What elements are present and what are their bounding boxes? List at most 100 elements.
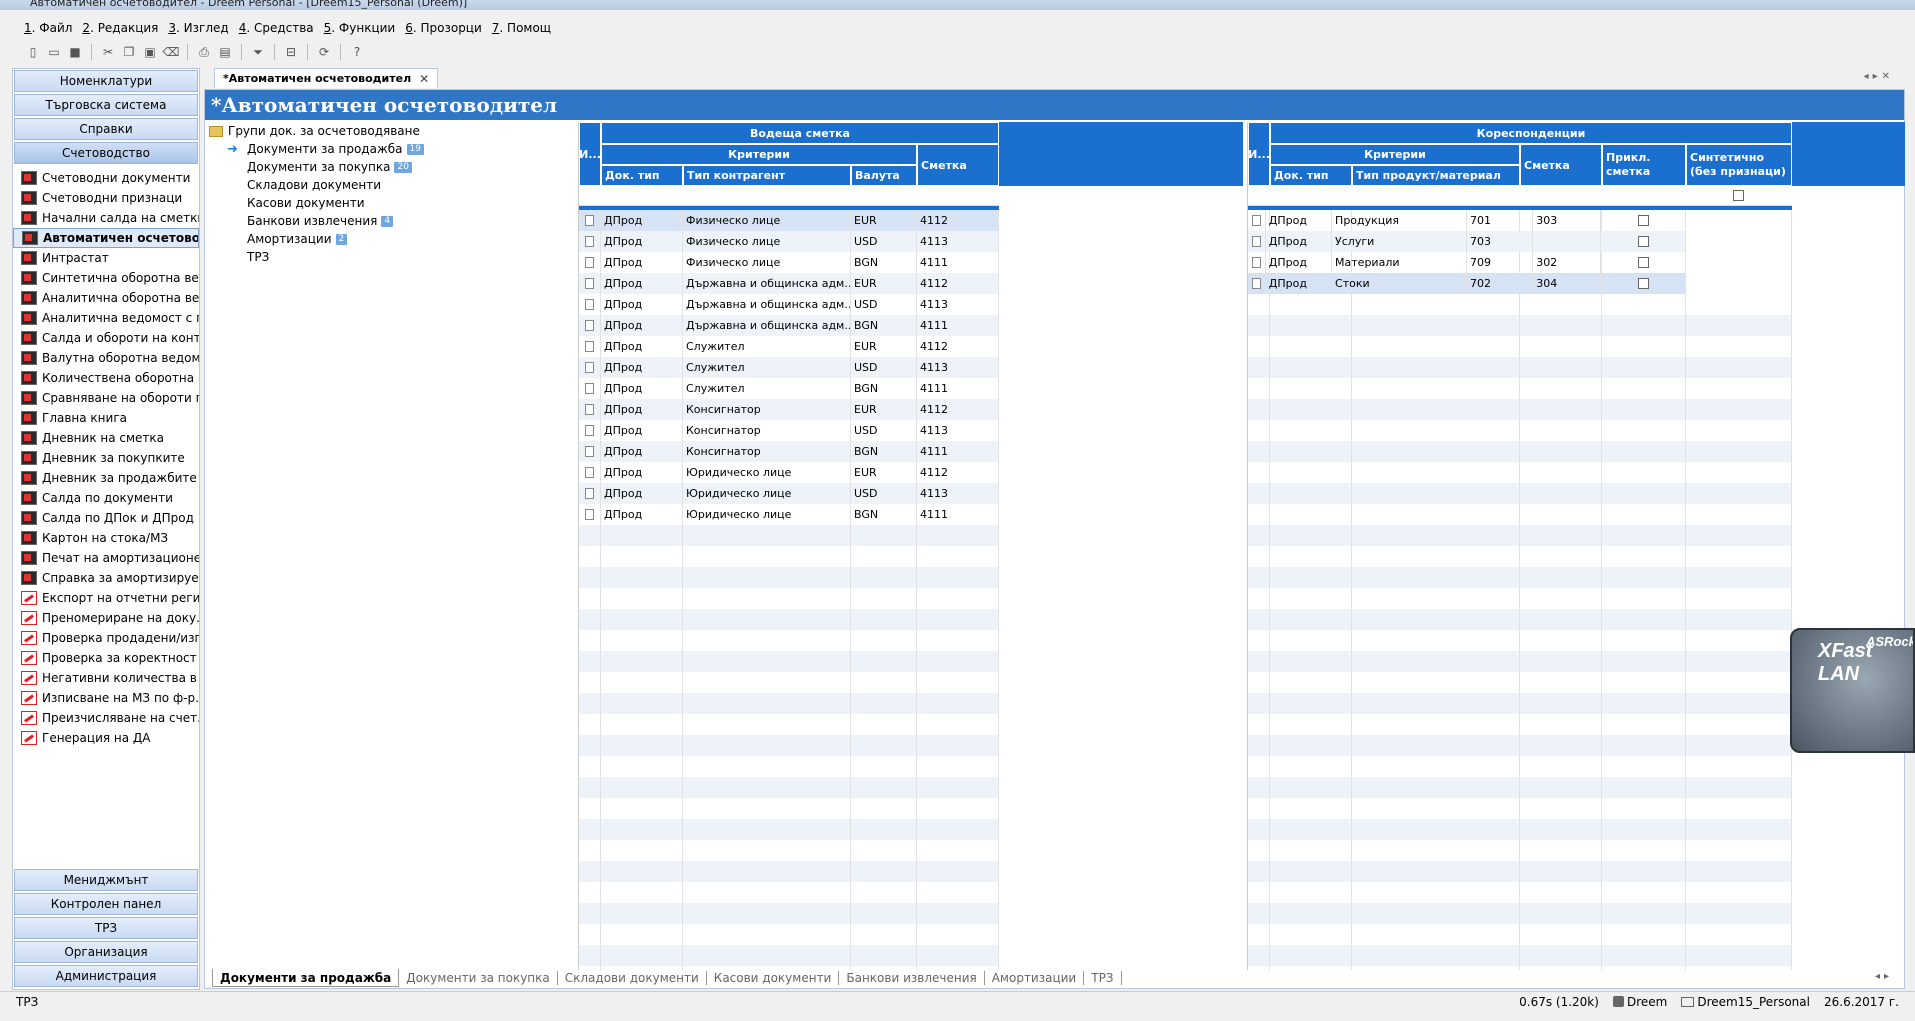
column-header-doc-type[interactable]: Док. тип xyxy=(601,165,683,186)
table-row[interactable]: ДПрод Държавна и общинска адм... USD 4113 xyxy=(579,294,999,315)
nav-item[interactable]: Синтетична оборотна вед... xyxy=(13,268,199,288)
eraser-icon[interactable]: ⌫ xyxy=(162,43,180,61)
tree-node[interactable]: Касови документи xyxy=(205,194,577,212)
nav-item[interactable]: Негативни количества в с... xyxy=(13,668,199,688)
table-row[interactable]: ДПрод Продукция 701 303 xyxy=(1248,210,1686,231)
tree-node[interactable]: Банкови извлечения 4 xyxy=(205,212,577,230)
nav-item[interactable]: Салда по документи xyxy=(13,488,199,508)
menu-windows[interactable]: 6. Прозорци xyxy=(405,21,482,35)
filter-icon[interactable]: ⏷ xyxy=(249,43,267,61)
tree-node[interactable]: ТРЗ xyxy=(205,248,577,266)
synthetic-checkbox[interactable] xyxy=(1637,278,1649,289)
print-preview-icon[interactable]: ▤ xyxy=(216,43,234,61)
bottom-tab[interactable]: Амортизации xyxy=(985,971,1085,985)
cut-icon[interactable]: ✂ xyxy=(99,43,117,61)
nav-item[interactable]: Дневник на сметка xyxy=(13,428,199,448)
bottom-tab-scroll-arrows[interactable]: ◂▸ xyxy=(1875,971,1893,982)
bottom-tab[interactable]: Документи за продажба xyxy=(212,969,400,987)
nav-item[interactable]: Сравняване на обороти п... xyxy=(13,388,199,408)
bottom-tab[interactable]: Документи за покупка xyxy=(399,971,558,985)
menu-help[interactable]: 7. Помощ xyxy=(492,21,551,35)
nav-item[interactable]: Генерация на ДА xyxy=(13,728,199,748)
table-row[interactable]: ДПрод Физическо лице BGN 4111 xyxy=(579,252,999,273)
table-row[interactable]: ДПрод Материали 709 302 xyxy=(1248,252,1686,273)
menu-tools[interactable]: 4. Средства xyxy=(239,21,314,35)
nav-item[interactable]: Начални салда на сметки xyxy=(13,208,199,228)
nav-group-management[interactable]: Мениджмънт xyxy=(14,869,198,891)
table-row[interactable]: ДПрод Юридическо лице BGN 4111 xyxy=(579,504,999,525)
tree-node[interactable]: ➜ Документи за продажба 19 xyxy=(205,140,577,158)
column-header-account[interactable]: Сметка xyxy=(917,144,999,186)
menu-view[interactable]: 3. Изглед xyxy=(168,21,228,35)
column-header-account[interactable]: Сметка xyxy=(1520,144,1602,186)
menu-file[interactable]: 1. Файл xyxy=(24,21,72,35)
nav-item[interactable]: Проверка за коректност ... xyxy=(13,648,199,668)
open-folder-icon[interactable]: ▭ xyxy=(45,43,63,61)
synthetic-checkbox[interactable] xyxy=(1637,215,1649,226)
nav-item[interactable]: Картон на стока/МЗ xyxy=(13,528,199,548)
table-row[interactable]: ДПрод Служител USD 4113 xyxy=(579,357,999,378)
new-document-icon[interactable]: ▯ xyxy=(24,43,42,61)
table-row[interactable]: ДПрод Служител EUR 4112 xyxy=(579,336,999,357)
nav-item[interactable]: Експорт на отчетни регис... xyxy=(13,588,199,608)
synthetic-checkbox[interactable] xyxy=(1637,257,1649,268)
paste-icon[interactable]: ▣ xyxy=(141,43,159,61)
column-header-contractor-type[interactable]: Тип контрагент xyxy=(683,165,851,186)
table-row[interactable]: ДПрод Държавна и общинска адм... EUR 4112 xyxy=(579,273,999,294)
nav-item[interactable]: Автоматичен осчетовод... xyxy=(13,228,199,248)
nav-item[interactable]: Количествена оборотна в... xyxy=(13,368,199,388)
synthetic-filter-checkbox[interactable] xyxy=(1733,190,1744,201)
nav-group-organization[interactable]: Организация xyxy=(14,941,198,963)
refresh-icon[interactable]: ⟳ xyxy=(315,43,333,61)
nav-group-nomenclatures[interactable]: Номенклатури xyxy=(14,70,198,92)
nav-group-reports[interactable]: Справки xyxy=(14,118,198,140)
table-row[interactable]: ДПрод Държавна и общинска адм... BGN 4111 xyxy=(579,315,999,336)
nav-group-accounting[interactable]: Счетоводство xyxy=(14,142,198,164)
nav-item[interactable]: Изписване на МЗ по ф-р... xyxy=(13,688,199,708)
nav-item[interactable]: Дневник за продажбите xyxy=(13,468,199,488)
column-header-attached-account[interactable]: Прикл. сметка xyxy=(1602,144,1686,186)
copy-icon[interactable]: ❐ xyxy=(120,43,138,61)
table-row[interactable]: ДПрод Консигнатор BGN 4111 xyxy=(579,441,999,462)
tree-root[interactable]: Групи док. за осчетоводяване xyxy=(205,122,577,140)
nav-item[interactable]: Справка за амортизируе... xyxy=(13,568,199,588)
column-header-currency[interactable]: Валута xyxy=(851,165,917,186)
nav-item[interactable]: Аналитична оборотна ве... xyxy=(13,288,199,308)
table-row[interactable]: ДПрод Юридическо лице EUR 4112 xyxy=(579,462,999,483)
nav-group-trade-system[interactable]: Търговска система xyxy=(14,94,198,116)
table-row[interactable]: ДПрод Физическо лице EUR 4112 xyxy=(579,210,999,231)
nav-item[interactable]: Дневник за покупките xyxy=(13,448,199,468)
nav-item[interactable]: Интрастат xyxy=(13,248,199,268)
nav-group-payroll[interactable]: ТРЗ xyxy=(14,917,198,939)
filter-row[interactable] xyxy=(579,186,999,206)
nav-item[interactable]: Валутна оборотна ведом... xyxy=(13,348,199,368)
nav-item[interactable]: Печат на амортизационе... xyxy=(13,548,199,568)
nav-item[interactable]: Главна книга xyxy=(13,408,199,428)
filter-row[interactable] xyxy=(1248,186,1792,206)
nav-item[interactable]: Проверка продадени/изп... xyxy=(13,628,199,648)
table-row[interactable]: ДПрод Консигнатор USD 4113 xyxy=(579,420,999,441)
tree-node[interactable]: Складови документи xyxy=(205,176,577,194)
document-tab-auto-accountant[interactable]: *Автоматичен осчетоводител ✕ xyxy=(214,68,439,88)
nav-item[interactable]: Преномериране на доку... xyxy=(13,608,199,628)
tree-node[interactable]: Документи за покупка 20 xyxy=(205,158,577,176)
table-row[interactable]: ДПрод Стоки 702 304 xyxy=(1248,273,1686,294)
nav-item[interactable]: Преизчисляване на счет. ... xyxy=(13,708,199,728)
table-row[interactable]: ДПрод Юридическо лице USD 4113 xyxy=(579,483,999,504)
help-icon[interactable]: ? xyxy=(348,43,366,61)
nav-item[interactable]: Аналитична ведомост с п... xyxy=(13,308,199,328)
column-header-i[interactable]: И... xyxy=(579,122,601,186)
layout-icon[interactable]: ⊟ xyxy=(282,43,300,61)
synthetic-checkbox[interactable] xyxy=(1637,236,1649,247)
bottom-tab[interactable]: Банкови извлечения xyxy=(839,971,985,985)
tree-node[interactable]: Амортизации 2 xyxy=(205,230,577,248)
column-header-product-type[interactable]: Тип продукт/материал xyxy=(1352,165,1520,186)
table-row[interactable]: ДПрод Консигнатор EUR 4112 xyxy=(579,399,999,420)
table-row[interactable]: ДПрод Услуги 703 xyxy=(1248,231,1686,252)
menu-edit[interactable]: 2. Редакция xyxy=(82,21,158,35)
bottom-tab[interactable]: ТРЗ xyxy=(1084,971,1122,985)
asrock-xfast-lan-widget[interactable]: XFast LAN ASRock xyxy=(1790,628,1915,753)
close-icon[interactable]: ✕ xyxy=(419,72,429,86)
nav-item[interactable]: Счетоводни признаци xyxy=(13,188,199,208)
bottom-tab[interactable]: Касови документи xyxy=(707,971,840,985)
